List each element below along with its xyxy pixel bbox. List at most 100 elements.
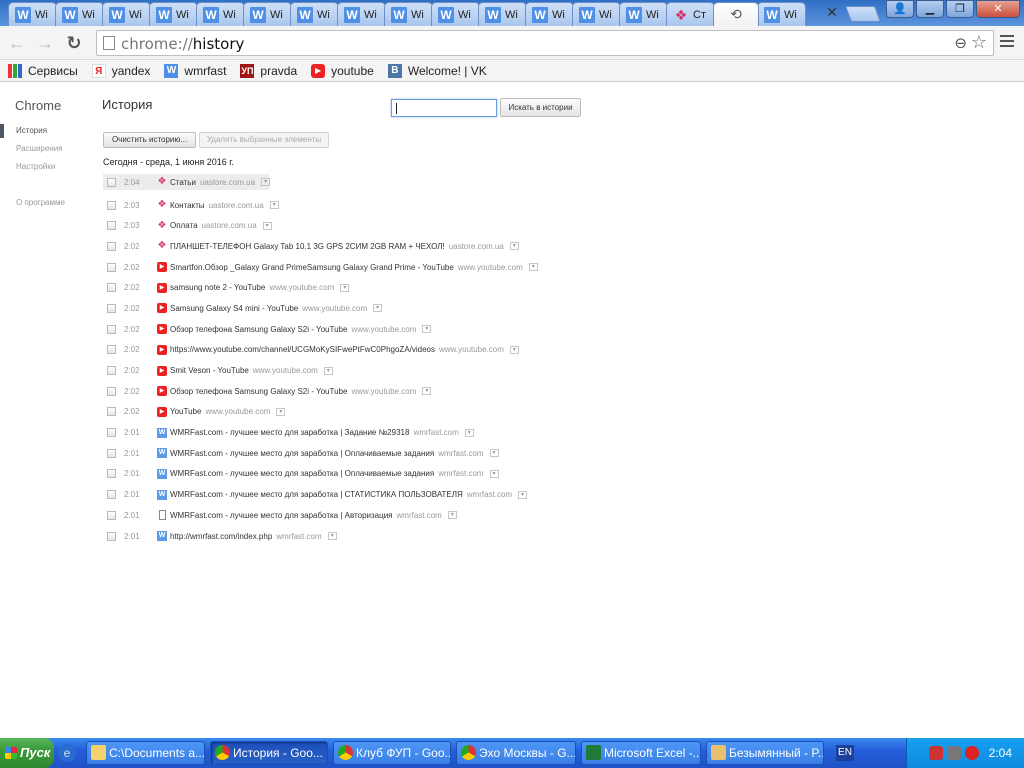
entry-title-link[interactable]: Обзор телефона Samsung Galaxy S2i - YouT… [170, 387, 347, 396]
entry-checkbox[interactable] [107, 469, 116, 479]
entry-checkbox[interactable] [107, 241, 116, 251]
entry-checkbox[interactable] [107, 428, 116, 438]
minimize-button[interactable]: ▁ [916, 0, 944, 18]
bookmark-youtube[interactable]: ▶ youtube [311, 63, 374, 78]
entry-title-link[interactable]: Smit Veson - YouTube [170, 366, 249, 375]
taskbar-item[interactable]: Эхо Москвы - G... [456, 741, 576, 765]
tab-14[interactable]: ❖ Ст [666, 2, 715, 26]
entry-menu-icon[interactable]: ▾ [327, 532, 337, 541]
tab-15[interactable]: W Wi [757, 2, 806, 26]
entry-menu-icon[interactable]: ▾ [518, 490, 528, 499]
close-tab-icon[interactable]: ✕ [824, 4, 840, 20]
search-history-button[interactable]: Искать в истории [500, 98, 581, 117]
back-icon[interactable]: ← [6, 32, 28, 54]
entry-checkbox[interactable] [107, 262, 116, 272]
entry-title-link[interactable]: YouTube [170, 407, 201, 416]
entry-checkbox[interactable] [107, 366, 116, 376]
tab-4[interactable]: W Wi [196, 2, 245, 26]
entry-menu-icon[interactable]: ▾ [261, 178, 271, 186]
volume-icon[interactable] [929, 746, 943, 760]
entry-title-link[interactable]: WMRFast.com - лучшее место для заработка… [170, 449, 434, 458]
entry-checkbox[interactable] [107, 200, 116, 210]
entry-checkbox[interactable] [107, 177, 116, 187]
address-text[interactable]: chrome://history [121, 35, 244, 53]
taskbar-item[interactable]: C:\Documents a... [86, 741, 205, 765]
entry-title-link[interactable]: Контакты [170, 201, 205, 210]
entry-title-link[interactable]: Smartfon.Обзор _Galaxy Grand PrimeSamsun… [170, 263, 454, 272]
entry-menu-icon[interactable]: ▾ [489, 449, 499, 458]
tab-history[interactable]: ⟲ [713, 2, 759, 26]
tab-12[interactable]: W Wi [572, 2, 621, 26]
network-icon[interactable] [947, 746, 961, 760]
entry-menu-icon[interactable]: ▾ [422, 387, 432, 396]
entry-title-link[interactable]: ПЛАНШЕТ-ТЕЛЕФОН Galaxy Tab 10.1 3G GPS 2… [170, 242, 445, 251]
entry-menu-icon[interactable]: ▾ [509, 345, 519, 354]
entry-title-link[interactable]: WMRFast.com - лучшее место для заработка… [170, 469, 434, 478]
entry-checkbox[interactable] [107, 531, 116, 541]
entry-title-link[interactable]: Обзор телефона Samsung Galaxy S2i - YouT… [170, 325, 347, 334]
entry-menu-icon[interactable]: ▾ [447, 511, 457, 520]
tab-0[interactable]: W Wi [8, 2, 57, 26]
entry-checkbox[interactable] [107, 221, 116, 231]
start-button[interactable]: Пуск [0, 738, 54, 768]
entry-checkbox[interactable] [107, 490, 116, 500]
entry-checkbox[interactable] [107, 303, 116, 313]
antivirus-icon[interactable] [965, 746, 979, 760]
entry-menu-icon[interactable]: ▾ [464, 428, 474, 437]
sidebar-item-settings[interactable]: Настройки [0, 160, 90, 178]
sidebar-item-history[interactable]: История [0, 124, 90, 142]
entry-menu-icon[interactable]: ▾ [528, 263, 538, 272]
taskbar-item[interactable]: Microsoft Excel -... [581, 741, 701, 765]
tab-8[interactable]: W Wi [384, 2, 433, 26]
entry-menu-icon[interactable]: ▾ [323, 366, 333, 375]
entry-menu-icon[interactable]: ▾ [276, 407, 286, 416]
entry-checkbox[interactable] [107, 407, 116, 417]
entry-menu-icon[interactable]: ▾ [269, 201, 279, 210]
close-window-button[interactable]: ✕ [976, 0, 1020, 18]
new-tab-button[interactable] [845, 6, 881, 22]
tab-6[interactable]: W Wi [290, 2, 339, 26]
entry-menu-icon[interactable]: ▾ [262, 221, 272, 230]
entry-menu-icon[interactable]: ▾ [373, 304, 383, 313]
tab-1[interactable]: W Wi [55, 2, 104, 26]
bookmark-yandex[interactable]: Яyandex [91, 63, 150, 78]
bookmark-star-icon[interactable]: ☆ [971, 32, 987, 53]
entry-title-link[interactable]: http://wmrfast.com/index.php [170, 532, 272, 541]
sidebar-item-extensions[interactable]: Расширения [0, 142, 90, 160]
bookmark-wmrfast[interactable]: Wwmrfast [164, 63, 226, 78]
clear-history-button[interactable]: Очистить историю... [103, 132, 196, 148]
sidebar-item-about[interactable]: О программе [0, 196, 90, 214]
reload-icon[interactable]: ↻ [63, 32, 85, 54]
forward-icon[interactable]: → [34, 32, 56, 54]
entry-menu-icon[interactable]: ▾ [509, 242, 519, 251]
entry-checkbox[interactable] [107, 345, 116, 355]
menu-icon[interactable] [1000, 35, 1014, 49]
entry-checkbox[interactable] [107, 386, 116, 396]
language-indicator[interactable]: EN [836, 745, 854, 761]
entry-title-link[interactable]: Оплата [170, 221, 198, 230]
address-bar[interactable]: chrome://history ⊖ ☆ [96, 30, 994, 56]
profile-icon[interactable]: 👤 [886, 0, 914, 18]
entry-menu-icon[interactable]: ▾ [340, 283, 350, 292]
entry-checkbox[interactable] [107, 448, 116, 458]
ie-quicklaunch-icon[interactable]: e [58, 744, 76, 762]
restore-button[interactable]: ❐ [946, 0, 974, 18]
tab-7[interactable]: W Wi [337, 2, 386, 26]
entry-title-link[interactable]: Статьи [170, 178, 196, 187]
bookmark-сервисы[interactable]: Сервисы [8, 63, 78, 78]
tab-9[interactable]: W Wi [431, 2, 480, 26]
bookmark-pravda[interactable]: УП pravda [240, 63, 297, 78]
zoom-icon[interactable]: ⊖ [954, 34, 967, 52]
tab-10[interactable]: W Wi [478, 2, 527, 26]
entry-title-link[interactable]: WMRFast.com - лучшее место для заработка… [170, 428, 409, 437]
tab-11[interactable]: W Wi [525, 2, 574, 26]
tab-3[interactable]: W Wi [149, 2, 198, 26]
tab-13[interactable]: W Wi [619, 2, 668, 26]
entry-menu-icon[interactable]: ▾ [422, 325, 432, 334]
entry-title-link[interactable]: https://www.youtube.com/channel/UCGMoKyS… [170, 345, 435, 354]
search-input[interactable] [391, 99, 497, 117]
entry-title-link[interactable]: WMRFast.com - лучшее место для заработка… [170, 490, 463, 499]
taskbar-item[interactable]: Клуб ФУП - Goo... [333, 741, 451, 765]
entry-title-link[interactable]: WMRFast.com - лучшее место для заработка… [170, 511, 393, 520]
entry-title-link[interactable]: samsung note 2 - YouTube [170, 283, 265, 292]
